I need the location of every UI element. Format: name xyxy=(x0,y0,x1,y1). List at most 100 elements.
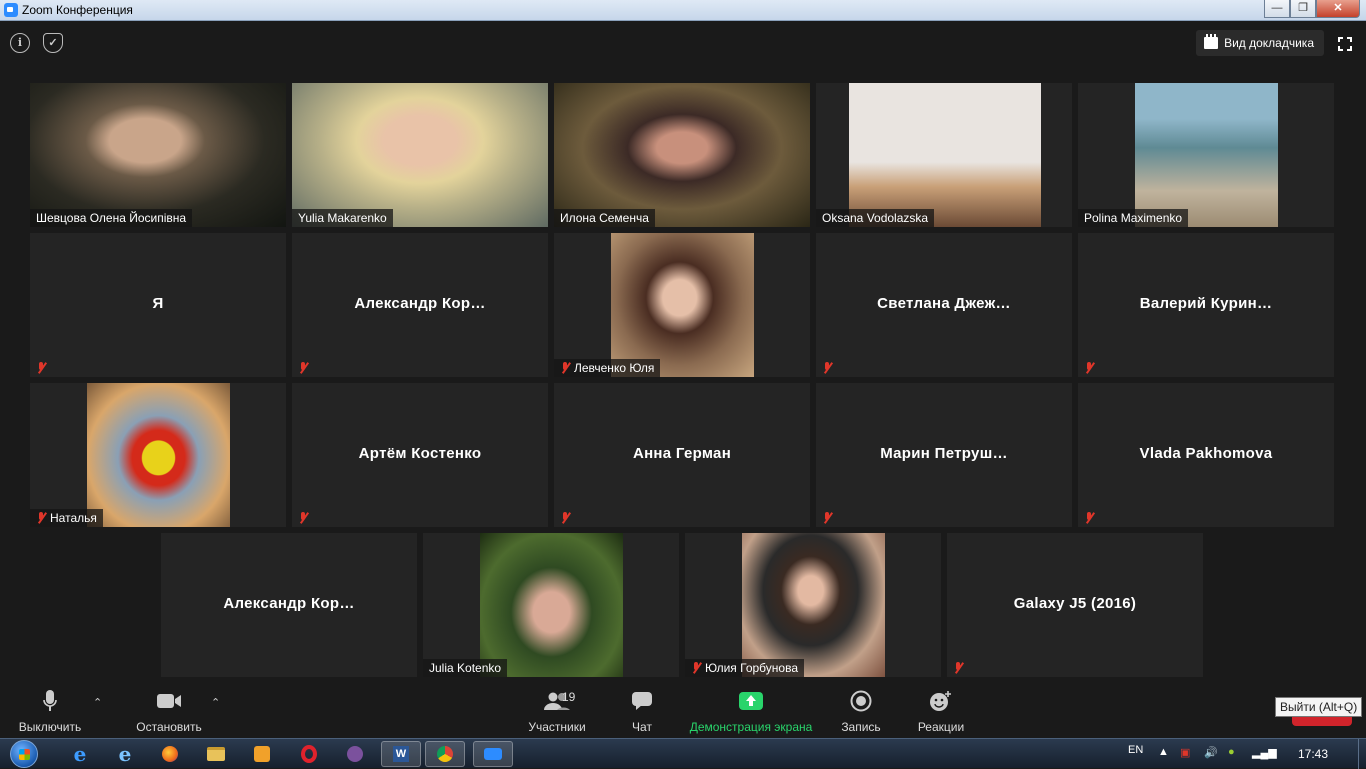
opera-icon xyxy=(301,745,317,763)
security-shield-icon[interactable]: ✓ xyxy=(43,33,63,53)
tray-app-icon[interactable]: ● xyxy=(1228,746,1235,758)
minimize-button[interactable]: — xyxy=(1264,0,1290,18)
participant-name: Валерий Курин… xyxy=(1139,295,1273,312)
taskbar-viber[interactable] xyxy=(335,741,375,767)
meeting-toolbar: Выключить звук ⌃ Остановить видео ⌃ 19 У… xyxy=(0,682,1366,748)
participant-tile[interactable]: Julia Kotenko xyxy=(423,533,679,677)
taskbar-media-player[interactable] xyxy=(242,741,282,767)
participant-video xyxy=(87,383,230,527)
muted-mic-icon xyxy=(298,362,308,374)
fullscreen-icon[interactable] xyxy=(1338,37,1352,51)
taskbar-word[interactable]: W xyxy=(381,741,421,767)
participant-tile[interactable]: Polina Maximenko xyxy=(1078,83,1334,227)
participant-video xyxy=(554,83,810,227)
video-camera-icon xyxy=(118,688,220,714)
language-indicator[interactable]: EN xyxy=(1128,744,1143,756)
viber-icon xyxy=(347,746,363,762)
participant-tile[interactable]: Валерий Курин… xyxy=(1078,233,1334,377)
window-title-bar: Zoom Конференция — ❐ ✕ xyxy=(0,0,1366,21)
taskbar-firefox[interactable] xyxy=(150,741,190,767)
record-label: Запись xyxy=(841,720,881,734)
participant-name: Илона Семенча xyxy=(560,211,649,225)
taskbar-chrome[interactable] xyxy=(425,741,465,767)
muted-mic-icon xyxy=(822,362,832,374)
taskbar-opera[interactable] xyxy=(289,741,329,767)
internet-explorer-icon: e xyxy=(73,742,87,766)
participant-tile[interactable]: Артём Костенко xyxy=(292,383,548,527)
participant-tile[interactable]: Шевцова Олена Йосипівна xyxy=(30,83,286,227)
clock[interactable]: 17:43 xyxy=(1298,747,1328,761)
participants-button[interactable]: 19 Участники xyxy=(522,688,592,734)
muted-mic-icon xyxy=(953,662,963,674)
muted-mic-icon xyxy=(1084,362,1094,374)
muted-mic-icon xyxy=(560,362,570,374)
participant-name: Galaxy J5 (2016) xyxy=(1013,595,1137,612)
chat-button[interactable]: Чат xyxy=(622,688,662,734)
tray-show-hidden-icon[interactable]: ▲ xyxy=(1158,746,1169,758)
participant-name: Марин Петруш… xyxy=(880,445,1008,462)
participants-label: Участники xyxy=(528,720,586,734)
meeting-top-bar: i ✓ Вид докладчика xyxy=(0,21,1366,65)
media-player-icon xyxy=(254,746,270,762)
show-desktop-button[interactable] xyxy=(1358,739,1366,769)
participant-tile[interactable]: Светлана Джеж… xyxy=(816,233,1072,377)
meeting-info-icon[interactable]: i xyxy=(10,33,30,53)
participant-tile[interactable]: Александр Кор… xyxy=(161,533,417,677)
restore-button[interactable]: ❐ xyxy=(1290,0,1316,18)
network-signal-icon[interactable]: ▂▄▆ xyxy=(1252,746,1277,759)
participant-video xyxy=(480,533,623,677)
video-options-caret-icon[interactable]: ⌃ xyxy=(211,696,220,709)
close-button[interactable]: ✕ xyxy=(1316,0,1360,18)
participant-tile[interactable]: Наталья xyxy=(30,383,286,527)
volume-icon[interactable]: 🔊 xyxy=(1204,746,1218,759)
taskbar-ie-edge[interactable]: e xyxy=(60,741,100,767)
participant-tile[interactable]: Galaxy J5 (2016) xyxy=(947,533,1203,677)
audio-options-caret-icon[interactable]: ⌃ xyxy=(93,696,102,709)
participant-video xyxy=(849,83,1041,227)
participant-name-tag: Илона Семенча xyxy=(554,209,655,227)
chrome-icon xyxy=(437,746,453,762)
reactions-label: Реакции xyxy=(917,720,965,734)
participant-name: Шевцова Олена Йосипівна xyxy=(36,211,187,225)
taskbar-ie[interactable]: e xyxy=(105,741,145,767)
participant-name-tag: Polina Maximenko xyxy=(1078,209,1189,227)
muted-mic-icon xyxy=(1084,512,1094,524)
participants-count: 19 xyxy=(562,690,576,704)
taskbar-zoom[interactable] xyxy=(473,741,513,767)
participant-tile[interactable]: Марин Петруш… xyxy=(816,383,1072,527)
speaker-view-label: Вид докладчика xyxy=(1224,36,1314,50)
participant-tile[interactable]: Левченко Юля xyxy=(554,233,810,377)
participant-tile[interactable]: Анна Герман xyxy=(554,383,810,527)
participant-name: Oksana Vodolazska xyxy=(822,211,929,225)
participant-name: Александр Кор… xyxy=(354,295,486,312)
zoom-icon xyxy=(484,748,502,760)
taskbar-explorer[interactable] xyxy=(196,741,236,767)
participant-name: Yulia Makarenko xyxy=(298,211,387,225)
participant-tile[interactable]: Я xyxy=(30,233,286,377)
participant-tile[interactable]: Юлия Горбунова xyxy=(685,533,941,677)
speaker-view-button[interactable]: Вид докладчика xyxy=(1196,30,1324,56)
muted-mic-icon xyxy=(691,662,701,674)
folder-icon xyxy=(207,747,225,761)
window-title: Zoom Конференция xyxy=(22,3,133,17)
share-screen-label: Демонстрация экрана xyxy=(689,720,813,734)
participant-tile[interactable]: Илона Семенча xyxy=(554,83,810,227)
participant-name: Я xyxy=(152,295,164,312)
record-button[interactable]: Запись xyxy=(838,688,884,734)
participant-name: Юлия Горбунова xyxy=(705,661,798,675)
participant-tile[interactable]: Vlada Pakhomova xyxy=(1078,383,1334,527)
participant-name-tag: Юлия Горбунова xyxy=(685,659,804,677)
participant-video xyxy=(611,233,754,377)
participant-tile[interactable]: Александр Кор… xyxy=(292,233,548,377)
participant-video xyxy=(292,83,548,227)
tray-security-icon[interactable]: ▣ xyxy=(1180,746,1190,759)
participant-tile[interactable]: Yulia Makarenko xyxy=(292,83,548,227)
participant-tile[interactable]: Oksana Vodolazska xyxy=(816,83,1072,227)
muted-mic-icon xyxy=(36,512,46,524)
share-screen-button[interactable]: Демонстрация экрана xyxy=(688,688,814,734)
muted-mic-icon xyxy=(822,512,832,524)
reactions-button[interactable]: Реакции xyxy=(914,688,968,734)
start-button[interactable] xyxy=(6,739,42,769)
participant-name-tag: Левченко Юля xyxy=(554,359,661,377)
firefox-icon xyxy=(162,746,178,762)
